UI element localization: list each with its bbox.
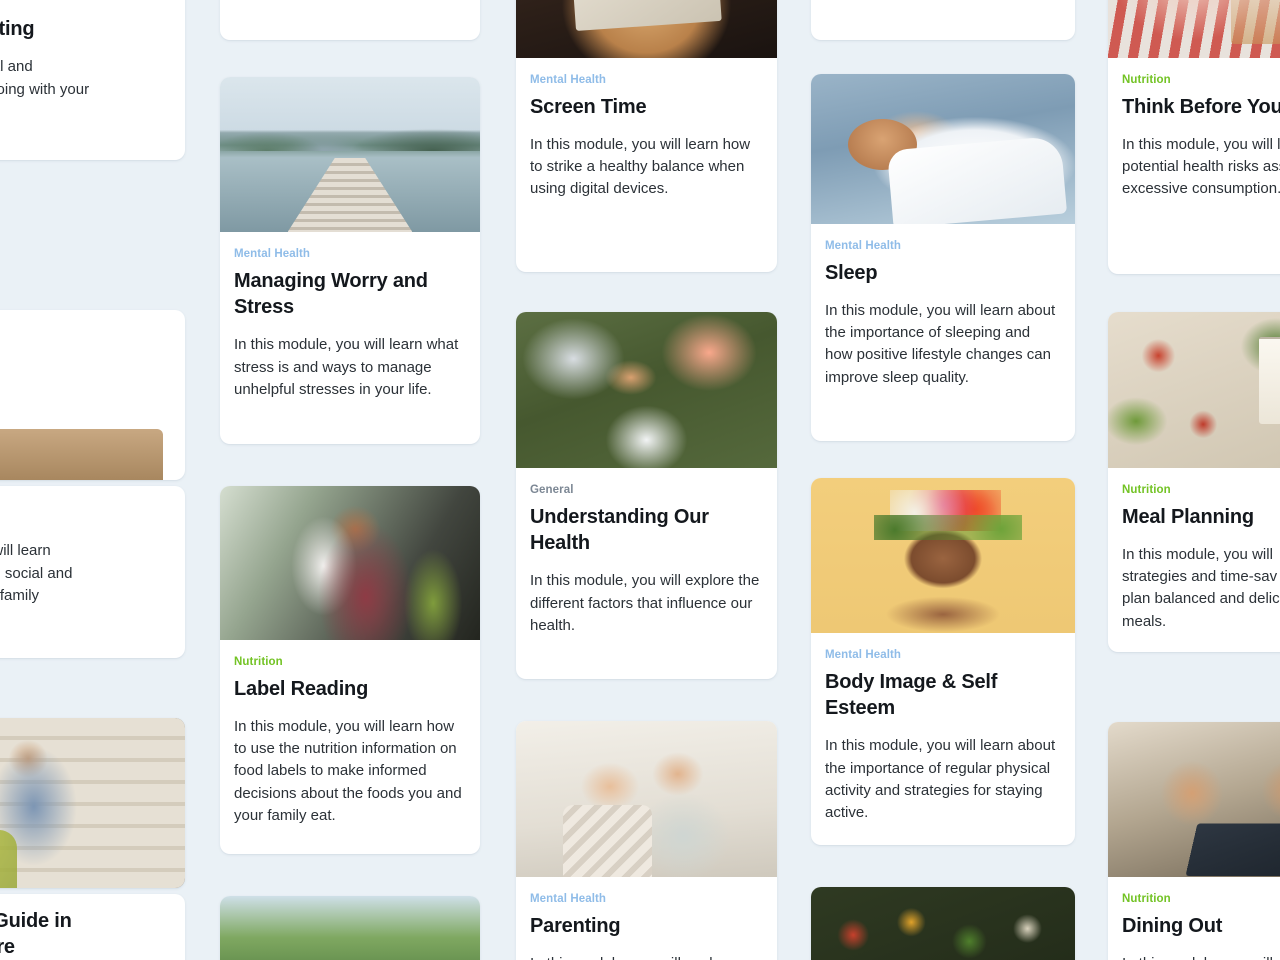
card-family-meals[interactable]: Meals odule, you will learn e nutritiona… (0, 486, 185, 658)
card-description: odule, you will learn e nutritional, soc… (0, 542, 73, 604)
card-title: Dining Out (1122, 914, 1223, 937)
card-image-kids-studying (1108, 722, 1280, 877)
card-col4-top-partial[interactable] (811, 0, 1075, 40)
card-title: Think Before You Drink (1122, 95, 1280, 118)
card-body: General Understanding Our Health In this… (516, 468, 777, 655)
card-title: Body Image & Self Esteem (825, 670, 998, 720)
card-dining-out[interactable]: Nutrition Dining Out In this module, you… (1108, 722, 1280, 960)
card-image-grocery-label (220, 486, 480, 640)
card-body: Mental Health Managing Worry and Stress … (220, 232, 480, 419)
card-title: Meals (0, 500, 171, 526)
card-description: In this module, you will explore the dif… (530, 572, 760, 634)
card-body: Nutrition Meal Planning In this module, … (1108, 468, 1280, 651)
card-category: Nutrition (1122, 74, 1171, 86)
card-title: 's Food Guide in cery Store (0, 910, 72, 959)
card-image-man-shopping (0, 718, 185, 888)
card-category: Mental Health (530, 893, 607, 905)
card-smart-goal-setting[interactable]: Goal Setting SMART goal and w you are do… (0, 0, 185, 160)
card-image-family-hiking (220, 896, 480, 960)
card-title: Managing Worry and Stress (234, 269, 428, 319)
card-image-vegetable-bowls (811, 887, 1075, 960)
card-description: In this module, you will learn what stre… (234, 336, 459, 398)
card-body: Mental Health Screen Time In this module… (516, 58, 777, 219)
card-body: Meals odule, you will learn e nutritiona… (0, 486, 185, 625)
card-col2-top-partial[interactable] (220, 0, 480, 40)
card-physical-activity[interactable] (220, 896, 480, 960)
card-category: Nutrition (1122, 893, 1171, 905)
card-screen-time[interactable]: Mental Health Screen Time In this module… (516, 0, 777, 272)
card-title: Parenting (530, 914, 621, 937)
card-label-reading[interactable]: Nutrition Label Reading In this module, … (220, 486, 480, 854)
card-body: Mental Health Body Image & Self Esteem I… (811, 633, 1075, 842)
card-title: Label Reading (234, 677, 369, 700)
card-image-kids-on-grass (516, 312, 777, 468)
card-image-sleeping-girl (811, 74, 1075, 224)
card-description: SMART goal and w you are doing with your… (0, 58, 90, 98)
card-body-image-self-esteem[interactable]: Mental Health Body Image & Self Esteem I… (811, 478, 1075, 845)
card-body: Mental Health Sleep In this module, you … (811, 224, 1075, 407)
card-image-mother-baby (516, 721, 777, 877)
card-title: Goal Setting (0, 18, 35, 40)
card-understanding-our-health[interactable]: General Understanding Our Health In this… (516, 312, 777, 679)
card-category: Mental Health (825, 649, 902, 661)
card-managing-worry-and-stress[interactable]: Mental Health Managing Worry and Stress … (220, 77, 480, 444)
card-description: In this module, you will strategies and … (1122, 546, 1280, 630)
card-sleep[interactable]: Mental Health Sleep In this module, you … (811, 74, 1075, 441)
card-body: Goal Setting SMART goal and w you are do… (0, 0, 185, 141)
card-meal-planning[interactable]: Nutrition Meal Planning In this module, … (1108, 312, 1280, 652)
card-body: 's Food Guide in cery Store (0, 894, 185, 960)
card-category: Mental Health (825, 240, 902, 252)
card-parenting[interactable]: Mental Health Parenting In this module, … (516, 721, 777, 960)
card-title: Screen Time (530, 95, 647, 118)
card-body: Nutrition Think Before You Drink In this… (1108, 58, 1280, 219)
card-think-before-you-drink[interactable]: Nutrition Think Before You Drink In this… (1108, 0, 1280, 274)
card-image-family-breakfast (0, 310, 185, 480)
card-description: In this module, you will learn about the… (825, 302, 1056, 386)
card-description: In this module, you will learn the poten… (1122, 136, 1280, 198)
card-food-guide-image[interactable] (0, 718, 185, 888)
card-description: In this module, you will learn about the… (825, 737, 1056, 821)
card-healthy-eating-bowls[interactable] (811, 887, 1075, 960)
card-body: Nutrition Dining Out In this module, you… (1108, 877, 1280, 960)
card-body: Mental Health Parenting In this module, … (516, 877, 777, 960)
card-canadas-food-guide[interactable]: 's Food Guide in cery Store (0, 894, 185, 960)
card-title: Understanding Our Health (530, 505, 709, 555)
card-category: General (530, 484, 574, 496)
module-card-grid: Goal Setting SMART goal and w you are do… (0, 0, 1280, 960)
card-image-woman-flower-crown (811, 478, 1075, 633)
card-image-tablet-hands (516, 0, 777, 58)
card-description: In this module, you will learn how to us… (234, 718, 462, 824)
card-image-drinking-soda (1108, 0, 1280, 58)
card-category: Mental Health (234, 248, 311, 260)
card-body: Nutrition Label Reading In this module, … (220, 640, 480, 845)
card-image-lake-dock (220, 77, 480, 232)
card-category: Mental Health (530, 74, 607, 86)
card-title: Meal Planning (1122, 505, 1254, 528)
card-description: In this module, you will (1122, 953, 1280, 960)
card-category: Nutrition (234, 656, 283, 668)
card-family-meals-image[interactable] (0, 310, 185, 480)
card-description: In this module, you will learn how to st… (530, 136, 751, 198)
card-description: In this module, you will explore (530, 953, 763, 960)
card-category: Nutrition (1122, 484, 1171, 496)
card-title: Sleep (825, 261, 878, 284)
card-image-vegetables-meal-plan (1108, 312, 1280, 468)
